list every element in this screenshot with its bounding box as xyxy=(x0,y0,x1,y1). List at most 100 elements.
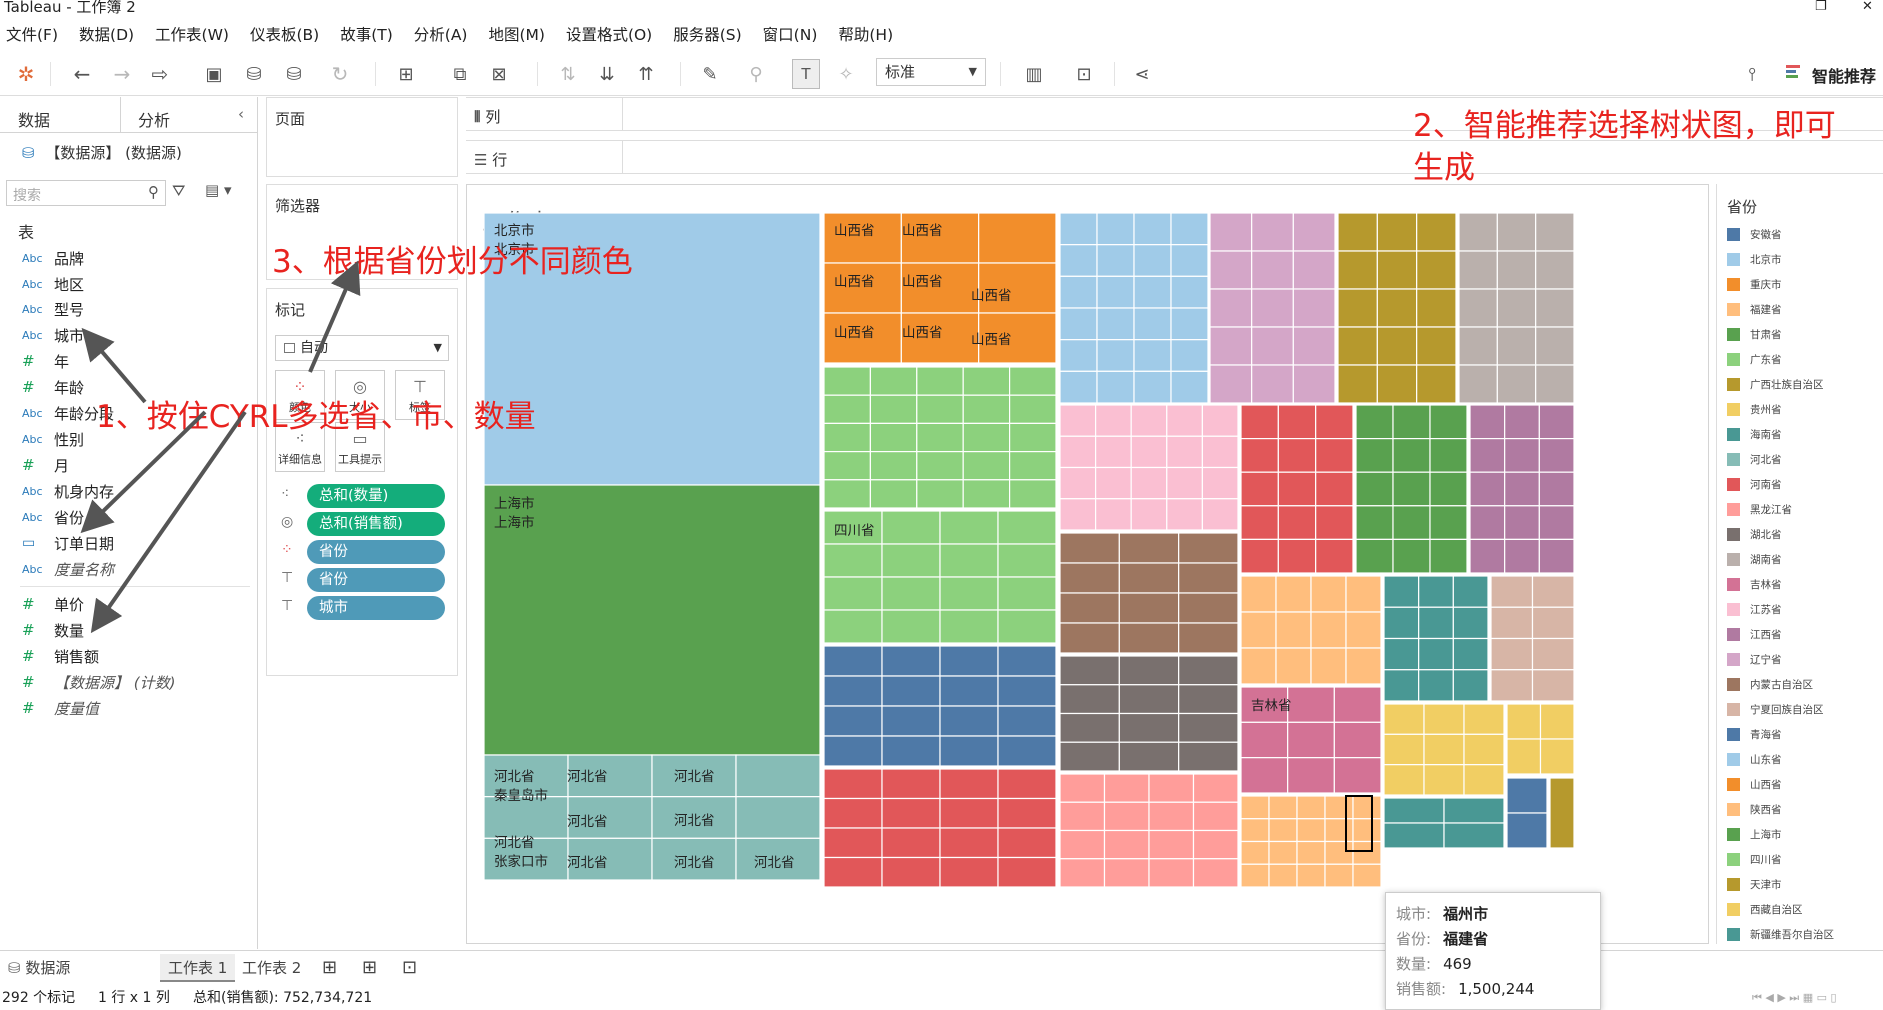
treemap-cell[interactable] xyxy=(1504,404,1540,440)
treemap-cell[interactable] xyxy=(939,510,999,545)
treemap-cell[interactable] xyxy=(1337,250,1378,290)
treemap-cell[interactable] xyxy=(1240,611,1277,649)
treemap-cell[interactable] xyxy=(869,366,918,396)
treemap-cell[interactable] xyxy=(997,827,1057,859)
treemap-cell[interactable] xyxy=(1130,498,1168,531)
treemap-cell[interactable] xyxy=(1170,370,1209,404)
group-icon[interactable]: ⚲ xyxy=(742,59,770,89)
treemap-cell[interactable] xyxy=(1277,471,1317,507)
treemap-cell[interactable] xyxy=(1496,326,1537,366)
treemap-cell[interactable] xyxy=(1355,471,1394,507)
legend-item[interactable]: 海南省 xyxy=(1727,426,1782,442)
treemap-cell[interactable] xyxy=(1059,435,1097,469)
treemap-cell[interactable] xyxy=(1429,404,1468,440)
treemap-cell[interactable] xyxy=(1383,575,1420,608)
treemap-cell[interactable] xyxy=(1277,538,1317,574)
legend-item[interactable]: 安徽省 xyxy=(1727,226,1782,242)
treemap-cell[interactable] xyxy=(1352,795,1382,820)
treemap-cell[interactable] xyxy=(1277,438,1317,473)
pin-axes-icon[interactable]: ✧ xyxy=(832,59,860,89)
legend-item[interactable]: 贵州省 xyxy=(1727,401,1782,417)
treemap-cell[interactable] xyxy=(1443,797,1505,824)
mark-type-select[interactable]: 自动 ▼ xyxy=(275,335,449,361)
treemap-cell[interactable] xyxy=(823,827,883,859)
treemap-cell[interactable] xyxy=(962,366,1011,396)
field-province[interactable]: Abc 省份 xyxy=(22,506,84,528)
treemap-cell[interactable] xyxy=(1275,611,1312,649)
treemap-cell[interactable] xyxy=(1178,622,1239,654)
treemap-cell[interactable] xyxy=(1418,575,1454,608)
treemap-cell[interactable] xyxy=(1059,655,1120,686)
treemap-cell[interactable] xyxy=(881,705,941,737)
collapse-icon[interactable]: ‹ xyxy=(238,105,244,123)
treemap-cell[interactable] xyxy=(1538,505,1575,540)
treemap-cell[interactable] xyxy=(1376,212,1418,252)
treemap-cell[interactable] xyxy=(1452,669,1489,702)
pill-sum-quantity[interactable]: 总和(数量) xyxy=(307,484,445,508)
new-worksheet-icon[interactable]: ⊞ xyxy=(392,59,420,89)
treemap-cell[interactable] xyxy=(1201,466,1239,500)
treemap-cell[interactable] xyxy=(1535,212,1575,252)
treemap-cell[interactable] xyxy=(1292,326,1336,366)
treemap-cell[interactable] xyxy=(1315,505,1354,540)
treemap-cell[interactable] xyxy=(1418,669,1454,702)
treemap-cell[interactable] xyxy=(1170,244,1209,277)
new-datasource-icon[interactable]: ⛁ xyxy=(240,59,268,89)
legend-item[interactable]: 广东省 xyxy=(1727,351,1782,367)
treemap-cell[interactable] xyxy=(1463,733,1505,766)
restore-icon[interactable]: ❐ xyxy=(1815,0,1827,14)
treemap-cell[interactable] xyxy=(823,366,872,396)
treemap-cell[interactable] xyxy=(1287,686,1335,723)
sheet-nav-icons[interactable]: ⏮ ◀ ▶ ⏭ ▦ ▭ ▯ xyxy=(1752,987,1837,1009)
treemap-cell[interactable] xyxy=(1310,611,1347,649)
treemap-cell[interactable] xyxy=(1355,505,1394,540)
treemap-cell[interactable] xyxy=(1118,655,1180,686)
legend-item[interactable]: 陕西省 xyxy=(1727,801,1782,817)
treemap-cell[interactable] xyxy=(939,797,999,829)
treemap-cell[interactable] xyxy=(1490,637,1534,671)
treemap-cell[interactable] xyxy=(1059,858,1106,888)
treemap-cell[interactable] xyxy=(1376,250,1418,290)
treemap-cell[interactable] xyxy=(1096,307,1135,341)
treemap-cell[interactable] xyxy=(1008,451,1057,481)
treemap-cell[interactable] xyxy=(1059,498,1097,531)
menu-analysis[interactable]: 分析(A) xyxy=(414,23,468,45)
treemap-cell[interactable] xyxy=(881,576,941,611)
treemap-cell[interactable] xyxy=(1133,339,1172,372)
treemap-cell[interactable] xyxy=(1240,647,1277,685)
filter-icon[interactable]: ⛛ xyxy=(172,181,185,201)
swap-rows-cols-icon[interactable]: ⇅ xyxy=(554,59,582,89)
treemap-cell[interactable] xyxy=(1094,404,1132,437)
treemap-cell[interactable] xyxy=(1496,250,1537,290)
treemap-cell[interactable] xyxy=(1539,738,1575,775)
datasource-row[interactable]: ⛁ 【数据源】 (数据源) xyxy=(22,142,182,163)
treemap-cell[interactable] xyxy=(1133,307,1172,341)
legend-item[interactable]: 青海省 xyxy=(1727,726,1782,742)
treemap-cell[interactable] xyxy=(1059,275,1098,309)
treemap-cell[interactable] xyxy=(1416,212,1457,252)
treemap-cell[interactable] xyxy=(1251,364,1294,404)
treemap-cell[interactable] xyxy=(1383,822,1445,849)
undo-icon[interactable]: ← xyxy=(68,59,96,89)
treemap-cell[interactable] xyxy=(1251,326,1294,366)
treemap-cell[interactable] xyxy=(1443,822,1505,849)
treemap-cell[interactable] xyxy=(1209,364,1253,404)
treemap-cell[interactable] xyxy=(1240,538,1279,574)
treemap-cell[interactable] xyxy=(1337,288,1378,328)
treemap-cell[interactable] xyxy=(1458,212,1498,252)
treemap-cell[interactable] xyxy=(1383,606,1420,640)
treemap-cell[interactable] xyxy=(1383,637,1420,671)
legend-item[interactable]: 山西省 xyxy=(1727,776,1782,792)
treemap-cell[interactable] xyxy=(1170,307,1209,341)
treemap-cell[interactable] xyxy=(1268,818,1298,843)
treemap-cell[interactable] xyxy=(1130,466,1168,500)
treemap-cell[interactable] xyxy=(1096,212,1135,246)
treemap-cell[interactable] xyxy=(869,451,918,481)
treemap-cell[interactable] xyxy=(1166,404,1203,437)
treemap-cell[interactable] xyxy=(881,609,941,644)
treemap-cell[interactable] xyxy=(1240,721,1289,759)
treemap-cell[interactable] xyxy=(1268,863,1298,888)
treemap-cell[interactable] xyxy=(1506,738,1542,775)
treemap-cell[interactable] xyxy=(1383,797,1445,824)
treemap-cell[interactable] xyxy=(1463,764,1505,796)
